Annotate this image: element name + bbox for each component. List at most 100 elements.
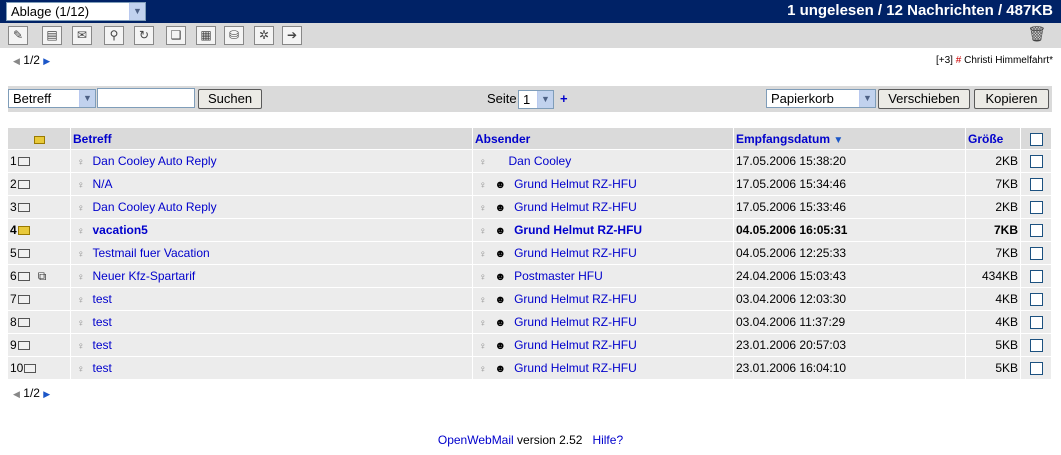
size-cell: 4KB	[966, 287, 1021, 310]
table-row[interactable]: 10 ♀ test ♀ ☻ Grund Helmut RZ-HFU 23.01.2006 1…	[8, 356, 1052, 379]
person-icon[interactable]: ☻	[495, 340, 507, 352]
date-cell: 23.01.2006 16:04:10	[734, 356, 966, 379]
chevron-down-icon[interactable]: ▼	[537, 91, 553, 108]
row-checkbox[interactable]	[1029, 155, 1043, 169]
search-field-select[interactable]: Betreff ▼	[8, 89, 96, 108]
prev-page-icon[interactable]: ◀	[13, 389, 20, 399]
subject-link[interactable]: Dan Cooley Auto Reply	[93, 154, 217, 168]
addressbook-icon[interactable]: ✉	[72, 26, 92, 45]
subject-link[interactable]: test	[93, 315, 112, 329]
size-cell: 2KB	[966, 149, 1021, 172]
read-mail-icon	[17, 318, 30, 327]
table-row[interactable]: 1 ♀ Dan Cooley Auto Reply ♀ Dan Cooley 17.05.…	[8, 149, 1052, 172]
prev-page-icon[interactable]: ◀	[13, 56, 20, 66]
calendar-icon[interactable]: ▦	[196, 26, 216, 45]
trash-icon[interactable]: 🗑	[1027, 26, 1047, 45]
row-checkbox[interactable]	[1029, 339, 1043, 353]
sender-link[interactable]: Grund Helmut RZ-HFU	[514, 315, 637, 329]
sender-link[interactable]: Grund Helmut RZ-HFU	[514, 177, 637, 191]
preferences-icon[interactable]: ✲	[254, 26, 274, 45]
read-mail-icon	[17, 157, 30, 166]
subject-link[interactable]: Neuer Kfz-Spartarif	[93, 269, 196, 283]
search-input[interactable]	[97, 88, 195, 108]
search-button[interactable]: Suchen	[198, 89, 262, 109]
subject-header[interactable]: Betreff	[71, 128, 473, 149]
compose-icon[interactable]: ✎	[8, 26, 28, 45]
date-header[interactable]: Empfangsdatum ▼	[734, 128, 966, 149]
size-header[interactable]: Größe	[966, 128, 1021, 149]
table-row[interactable]: 4 ♀ vacation5 ♀ ☻ Grund Helmut RZ-HFU 04.05.20…	[8, 218, 1052, 241]
row-checkbox[interactable]	[1029, 224, 1043, 238]
subject-link[interactable]: Dan Cooley Auto Reply	[93, 200, 217, 214]
person-icon[interactable]: ☻	[495, 202, 507, 214]
subject-link[interactable]: test	[93, 361, 112, 375]
sender-link[interactable]: Grund Helmut RZ-HFU	[514, 338, 637, 352]
subject-link[interactable]: N/A	[93, 177, 113, 191]
row-checkbox[interactable]	[1029, 247, 1043, 261]
filter-icon[interactable]: ⚲	[104, 26, 124, 45]
row-checkbox[interactable]	[1029, 178, 1043, 192]
sender-link[interactable]: Postmaster HFU	[514, 269, 603, 283]
add-page-link[interactable]: +	[560, 89, 568, 109]
priority-pin-icon: ♀	[77, 203, 85, 214]
row-checkbox[interactable]	[1029, 362, 1043, 376]
sender-link[interactable]: Grund Helmut RZ-HFU	[514, 246, 637, 260]
folder-select[interactable]: Ablage (1/12) ▼	[6, 2, 146, 21]
sender-link[interactable]: Grund Helmut RZ-HFU	[514, 292, 637, 306]
refresh-icon[interactable]: ↻	[134, 26, 154, 45]
date-cell: 04.05.2006 12:25:33	[734, 241, 966, 264]
help-link[interactable]: Hilfe?	[592, 433, 623, 447]
person-icon[interactable]: ☻	[495, 317, 507, 329]
table-row[interactable]: 6 ⧉ ♀ Neuer Kfz-Spartarif ♀ ☻ Postmaster HFU 24…	[8, 264, 1052, 287]
person-icon[interactable]: ☻	[495, 294, 507, 306]
person-icon[interactable]: ☻	[495, 363, 507, 375]
sender-link[interactable]: Grund Helmut RZ-HFU	[514, 361, 637, 375]
holiday-hash: #	[955, 55, 962, 66]
next-page-icon[interactable]: ▶	[43, 56, 50, 66]
subject-link[interactable]: Testmail fuer Vacation	[93, 246, 210, 260]
logout-icon[interactable]: ➔	[282, 26, 302, 45]
top-bar: Ablage (1/12) ▼ 1 ungelesen / 12 Nachric…	[0, 0, 1061, 23]
sender-link[interactable]: Grund Helmut RZ-HFU	[514, 200, 637, 214]
pop3-icon[interactable]: ⛁	[224, 26, 244, 45]
table-row[interactable]: 5 ♀ Testmail fuer Vacation ♀ ☻ Grund Helmut R…	[8, 241, 1052, 264]
row-checkbox[interactable]	[1029, 270, 1043, 284]
chevron-down-icon[interactable]: ▼	[859, 90, 875, 107]
sender-header[interactable]: Absender	[473, 128, 734, 149]
priority-pin-icon: ♀	[77, 295, 85, 306]
chevron-down-icon[interactable]: ▼	[79, 90, 95, 107]
copy-button[interactable]: Kopieren	[974, 89, 1049, 109]
folders-icon[interactable]: ▤	[42, 26, 62, 45]
status-cell: 7	[8, 287, 71, 310]
person-icon[interactable]: ☻	[495, 225, 507, 237]
select-all-checkbox[interactable]	[1029, 132, 1043, 146]
table-row[interactable]: 9 ♀ test ♀ ☻ Grund Helmut RZ-HFU 23.01.2006 20…	[8, 333, 1052, 356]
holiday-notice[interactable]: [+3] # Christi Himmelfahrt*	[936, 55, 1053, 66]
person-icon[interactable]: ☻	[495, 179, 507, 191]
chevron-down-icon[interactable]: ▼	[129, 3, 145, 20]
target-folder-select[interactable]: Papierkorb ▼	[766, 89, 876, 108]
table-row[interactable]: 7 ♀ test ♀ ☻ Grund Helmut RZ-HFU 03.04.2006 12…	[8, 287, 1052, 310]
read-mail-icon	[17, 341, 30, 350]
table-row[interactable]: 2 ♀ N/A ♀ ☻ Grund Helmut RZ-HFU 17.05.2006 15:…	[8, 172, 1052, 195]
person-icon[interactable]: ☻	[495, 248, 507, 260]
row-checkbox[interactable]	[1029, 293, 1043, 307]
row-checkbox[interactable]	[1029, 316, 1043, 330]
size-cell: 2KB	[966, 195, 1021, 218]
read-mail-icon	[17, 180, 30, 189]
move-button[interactable]: Verschieben	[878, 89, 970, 109]
subject-link[interactable]: test	[93, 292, 112, 306]
book-icon[interactable]: ❑	[166, 26, 186, 45]
subject-link[interactable]: test	[93, 338, 112, 352]
sender-link[interactable]: Grund Helmut RZ-HFU	[514, 223, 642, 237]
row-checkbox[interactable]	[1029, 201, 1043, 215]
page-select[interactable]: 1 ▼	[518, 90, 554, 109]
app-link[interactable]: OpenWebMail	[438, 433, 514, 447]
table-row[interactable]: 8 ♀ test ♀ ☻ Grund Helmut RZ-HFU 03.04.2006 11…	[8, 310, 1052, 333]
next-page-icon[interactable]: ▶	[43, 389, 50, 399]
subject-link[interactable]: vacation5	[93, 223, 148, 237]
select-cell	[1021, 333, 1052, 356]
person-icon[interactable]: ☻	[495, 271, 507, 283]
sender-link[interactable]: Dan Cooley	[509, 154, 572, 168]
table-row[interactable]: 3 ♀ Dan Cooley Auto Reply ♀ ☻ Grund Helmut RZ…	[8, 195, 1052, 218]
